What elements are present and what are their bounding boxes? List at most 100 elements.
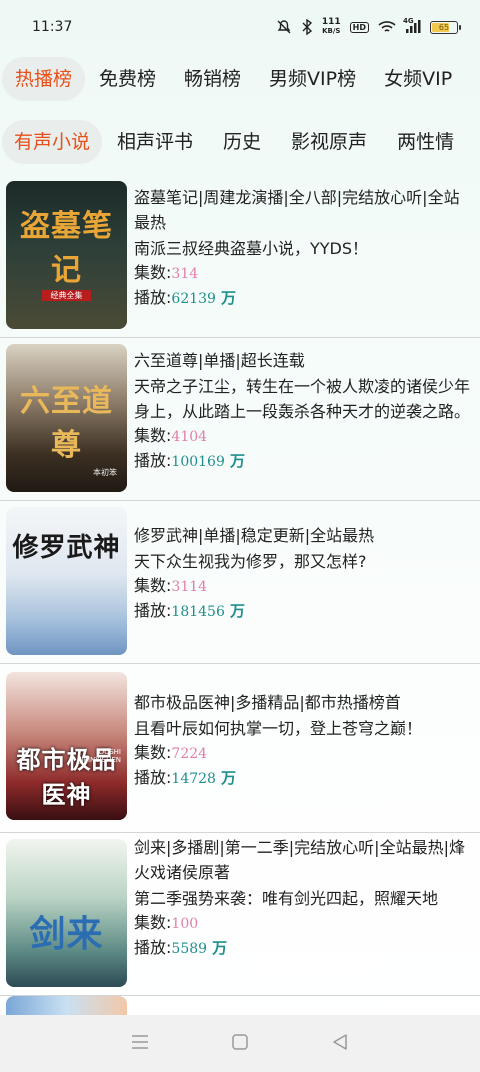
tab-male-vip[interactable]: 男频VIP榜 (255, 57, 370, 101)
plays-value: 100169 (171, 454, 225, 470)
cover-subtitle: 经典全集 (42, 290, 91, 301)
plays-label: 播放: (134, 601, 172, 620)
cover-title: 盗墓笔记 (20, 209, 113, 288)
play-count: 播放:100169 万 (134, 449, 472, 474)
list-item[interactable]: 都市极品医神 DUSHI JIPINYISHEN 都市极品医神|多播精品|都市热… (0, 664, 480, 833)
cover-subtitle: 本初笨 (93, 468, 117, 477)
net-speed: 111 KB/S (322, 18, 341, 36)
book-cover[interactable]: 盗墓笔记 经典全集 (6, 181, 127, 329)
tab-female-vip[interactable]: 女频VIP (370, 57, 466, 101)
genre-tabs: 有声小说 相声评书 历史 影视原声 两性情 (0, 119, 480, 165)
plays-unit: 万 (229, 452, 245, 470)
book-cover[interactable] (6, 996, 127, 1015)
cover-title: 修罗武神 (12, 533, 121, 563)
episodes-label: 集数: (134, 576, 172, 595)
plays-unit: 万 (212, 939, 228, 957)
back-icon[interactable] (331, 1033, 349, 1055)
play-count: 播放:14728 万 (134, 766, 472, 791)
item-description: 南派三叔经典盗墓小说，YYDS！ (134, 239, 369, 258)
item-info: 修罗武神|单播|稳定更新|全站最热 天下众生视我为修罗，那又怎样? 集数:311… (134, 523, 472, 624)
episode-count: 集数:100 (134, 911, 472, 936)
signal-label: 4G (403, 17, 414, 25)
episodes-label: 集数: (134, 263, 172, 282)
mute-icon (276, 19, 292, 35)
cover-subtitle: DUSHI JIPINYISHEN (79, 748, 121, 764)
book-cover[interactable]: 六至道尊 本初笨 (6, 344, 127, 492)
list-item[interactable]: 盗墓笔记 经典全集 盗墓笔记|周建龙演播|全八部|完结放心听|全站最热 南派三叔… (0, 175, 480, 338)
wifi-icon (378, 20, 396, 34)
item-info: 剑来|多播剧|第一二季|完结放心听|全站最热|烽火戏诸侯原著 第二季强势来袭：唯… (134, 835, 472, 961)
episodes-value: 4104 (171, 429, 208, 445)
play-count: 播放:181456 万 (134, 599, 472, 624)
episode-count: 集数:3114 (134, 574, 472, 599)
episodes-value: 100 (171, 916, 199, 932)
episodes-label: 集数: (134, 426, 172, 445)
category-tabs: 热播榜 免费榜 畅销榜 男频VIP榜 女频VIP (0, 56, 480, 102)
plays-label: 播放: (134, 451, 172, 470)
battery-icon: 65 (430, 20, 461, 34)
tab-hot[interactable]: 热播榜 (2, 57, 86, 101)
plays-unit: 万 (229, 602, 245, 620)
tab-audio-novel[interactable]: 有声小说 (2, 120, 103, 164)
plays-label: 播放: (134, 938, 172, 957)
home-icon[interactable] (231, 1033, 249, 1055)
system-nav-bar (0, 1015, 480, 1072)
episodes-label: 集数: (134, 743, 172, 762)
play-count: 播放:62139 万 (134, 286, 472, 311)
plays-value: 14728 (171, 771, 216, 787)
tab-free[interactable]: 免费榜 (85, 57, 170, 101)
tab-soundtrack[interactable]: 影视原声 (276, 120, 382, 164)
item-description: 天下众生视我为修罗，那又怎样? (134, 552, 367, 571)
plays-unit: 万 (221, 289, 237, 307)
play-count: 播放:5589 万 (134, 936, 472, 961)
book-cover[interactable]: 都市极品医神 DUSHI JIPINYISHEN (6, 672, 127, 820)
tab-crosstalk[interactable]: 相声评书 (102, 120, 208, 164)
plays-value: 62139 (171, 291, 216, 307)
item-title[interactable]: 剑来|多播剧|第一二季|完结放心听|全站最热|烽火戏诸侯原著 (134, 835, 472, 885)
plays-label: 播放: (134, 288, 172, 307)
episode-count: 集数:4104 (134, 424, 472, 449)
tab-history[interactable]: 历史 (208, 120, 276, 164)
status-time: 11:37 (32, 19, 73, 35)
book-list: 盗墓笔记 经典全集 盗墓笔记|周建龙演播|全八部|完结放心听|全站最热 南派三叔… (0, 175, 480, 996)
menu-icon[interactable] (131, 1034, 149, 1054)
item-description: 第二季强势来袭：唯有剑光四起，照耀天地 (134, 889, 439, 908)
status-bar: 11:37 111 KB/S HD 4G 65 (0, 0, 480, 54)
item-info: 都市极品医神|多播精品|都市热播榜首 且看叶辰如何执掌一切，登上苍穹之巅！ 集数… (134, 690, 472, 791)
item-description: 天帝之子江尘，转生在一个被人欺凌的诸侯少年身上，从此踏上一段轰杀各种天才的逆袭之… (134, 377, 471, 421)
net-speed-value: 111 (321, 17, 341, 27)
list-item[interactable]: 六至道尊 本初笨 六至道尊|单播|超长连载 天帝之子江尘，转生在一个被人欺凌的诸… (0, 338, 480, 501)
item-title[interactable]: 都市极品医神|多播精品|都市热播榜首 (134, 690, 472, 715)
item-title[interactable]: 修罗武神|单播|稳定更新|全站最热 (134, 523, 472, 548)
item-info: 盗墓笔记|周建龙演播|全八部|完结放心听|全站最热 南派三叔经典盗墓小说，YYD… (134, 185, 472, 311)
plays-value: 181456 (171, 604, 225, 620)
episode-count: 集数:314 (134, 261, 472, 286)
cover-title: 六至道尊 (20, 384, 113, 463)
list-item[interactable]: 剑来 剑来|多播剧|第一二季|完结放心听|全站最热|烽火戏诸侯原著 第二季强势来… (0, 833, 480, 996)
hd-icon: HD (349, 21, 369, 33)
episode-count: 集数:7224 (134, 741, 472, 766)
cell-signal-icon: 4G (403, 17, 421, 34)
status-icons: 111 KB/S HD 4G 65 (276, 17, 461, 36)
hd-label: HD (352, 22, 366, 32)
list-item[interactable]: 修罗武神 修罗武神|单播|稳定更新|全站最热 天下众生视我为修罗，那又怎样? 集… (0, 501, 480, 664)
battery-level: 65 (438, 22, 450, 32)
item-info: 六至道尊|单播|超长连载 天帝之子江尘，转生在一个被人欺凌的诸侯少年身上，从此踏… (134, 348, 472, 474)
cover-title: 剑来 (29, 913, 104, 955)
book-cover[interactable]: 修罗武神 (6, 507, 127, 655)
episodes-label: 集数: (134, 913, 172, 932)
book-cover[interactable]: 剑来 (6, 839, 127, 987)
item-title[interactable]: 盗墓笔记|周建龙演播|全八部|完结放心听|全站最热 (134, 185, 472, 235)
tab-bestseller[interactable]: 畅销榜 (170, 57, 255, 101)
item-title[interactable]: 六至道尊|单播|超长连载 (134, 348, 472, 373)
plays-value: 5589 (171, 941, 208, 957)
episodes-value: 314 (171, 266, 199, 282)
item-description: 且看叶辰如何执掌一切，登上苍穹之巅！ (134, 719, 423, 738)
plays-label: 播放: (134, 768, 172, 787)
tab-relationship[interactable]: 两性情 (382, 120, 469, 164)
bluetooth-icon (301, 19, 313, 35)
episodes-value: 3114 (171, 579, 208, 595)
plays-unit: 万 (221, 769, 237, 787)
episodes-value: 7224 (171, 746, 208, 762)
net-speed-unit: KB/S (322, 27, 341, 35)
